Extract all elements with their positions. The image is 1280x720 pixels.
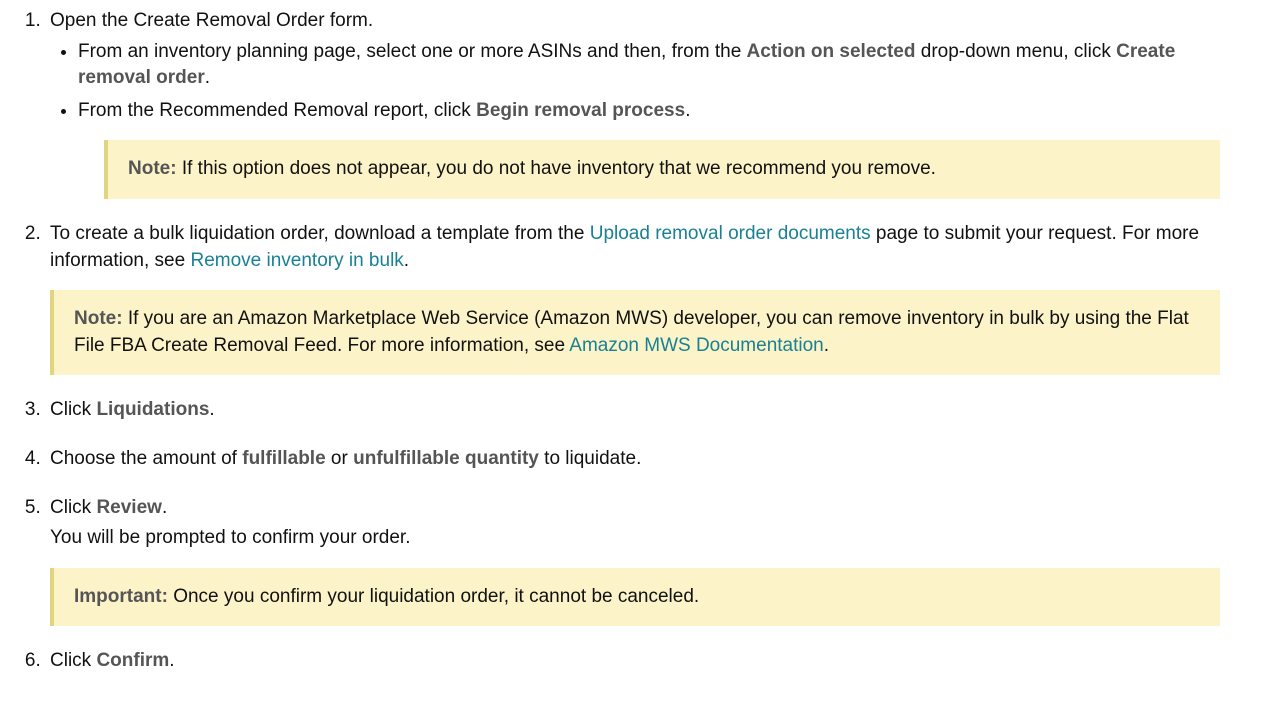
unfulfillable-quantity-bold: unfulfillable quantity bbox=[353, 448, 539, 469]
step-6: Click Confirm. bbox=[46, 648, 1220, 675]
step-2-note: Note: If you are an Amazon Marketplace W… bbox=[50, 290, 1220, 375]
note-label: Note: bbox=[128, 158, 177, 179]
amazon-mws-documentation-link[interactable]: Amazon MWS Documentation bbox=[569, 335, 824, 356]
review-bold: Review bbox=[96, 497, 161, 518]
note-text: If this option does not appear, you do n… bbox=[177, 158, 936, 179]
important-label: Important: bbox=[74, 586, 168, 607]
important-text: Once you confirm your liquidation order,… bbox=[168, 586, 699, 607]
steps-list: Open the Create Removal Order form. From… bbox=[20, 8, 1220, 675]
step-5-aftertext: You will be prompted to confirm your ord… bbox=[50, 525, 1220, 552]
liquidations-bold: Liquidations bbox=[96, 399, 209, 420]
step-2: To create a bulk liquidation order, down… bbox=[46, 221, 1220, 375]
step-1-bullet-1: From an inventory planning page, select … bbox=[78, 39, 1220, 92]
step-3: Click Liquidations. bbox=[46, 397, 1220, 424]
fulfillable-bold: fulfillable bbox=[242, 448, 325, 469]
step-5: Click Review. You will be prompted to co… bbox=[46, 495, 1220, 627]
remove-inventory-in-bulk-link[interactable]: Remove inventory in bulk bbox=[190, 250, 403, 271]
confirm-bold: Confirm bbox=[96, 650, 169, 671]
action-on-selected-bold: Action on selected bbox=[747, 41, 916, 62]
step-1-note: Note: If this option does not appear, yo… bbox=[104, 140, 1220, 199]
begin-removal-process-bold: Begin removal process bbox=[476, 100, 685, 121]
step-1-text: Open the Create Removal Order form. bbox=[50, 10, 373, 31]
step-5-important: Important: Once you confirm your liquida… bbox=[50, 568, 1220, 627]
step-1: Open the Create Removal Order form. From… bbox=[46, 8, 1220, 199]
upload-removal-order-documents-link[interactable]: Upload removal order documents bbox=[590, 223, 871, 244]
step-4: Choose the amount of fulfillable or unfu… bbox=[46, 446, 1220, 473]
note-label: Note: bbox=[74, 308, 123, 329]
step-1-bullet-2: From the Recommended Removal report, cli… bbox=[78, 98, 1220, 199]
step-1-sublist: From an inventory planning page, select … bbox=[50, 39, 1220, 199]
